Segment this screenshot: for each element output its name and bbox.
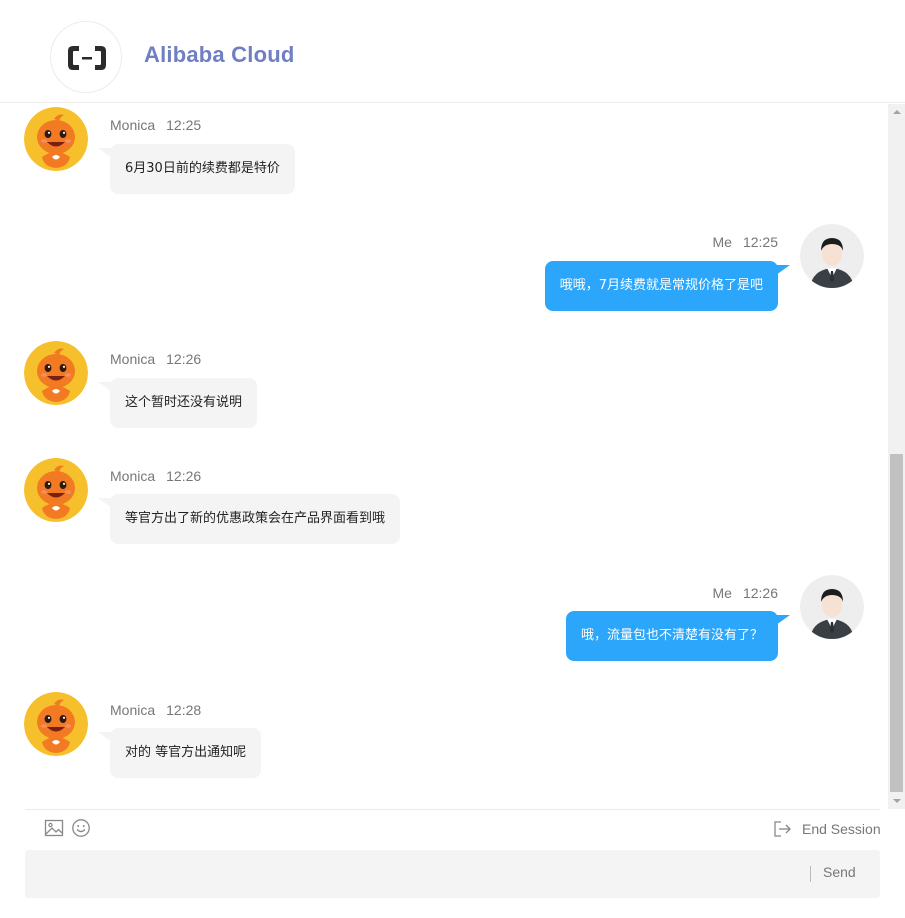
agent-avatar — [24, 458, 88, 522]
composer-divider — [25, 809, 880, 810]
user-avatar — [800, 575, 864, 639]
sender-name: Monica — [110, 468, 156, 484]
message-time: 12:26 — [166, 468, 202, 484]
message-bubble: 哦哦，7月续费就是常规价格了是吧 — [544, 261, 791, 311]
agent-avatar — [24, 692, 88, 756]
mascot-avatar-icon — [24, 107, 88, 171]
sender-name: Me — [712, 234, 732, 250]
message-time: 12:26 — [166, 351, 202, 367]
emoji-icon[interactable] — [71, 818, 91, 838]
message-bubble: 等官方出了新的优惠政策会在产品界面看到哦 — [97, 494, 401, 544]
scrollbar-thumb[interactable] — [890, 454, 903, 792]
sender-name: Monica — [110, 351, 156, 367]
sender-name: Monica — [110, 702, 156, 718]
person-avatar-icon — [800, 575, 864, 639]
message-bubble: 6月30日前的续费都是特价 — [98, 144, 295, 194]
chat-header: Alibaba Cloud — [0, 0, 905, 103]
message-list-scrollbar[interactable] — [888, 104, 905, 809]
scroll-down-arrow-icon[interactable] — [888, 792, 905, 809]
end-session-label: End Session — [802, 821, 881, 837]
message-time: 12:26 — [742, 585, 778, 601]
brand-title: Alibaba Cloud — [144, 42, 295, 67]
sender-name: Me — [712, 585, 732, 601]
mascot-avatar-icon — [24, 692, 88, 756]
scroll-up-arrow-icon[interactable] — [888, 104, 905, 121]
message-time: 12:25 — [166, 117, 202, 133]
message-time: 12:28 — [166, 702, 202, 718]
mascot-avatar-icon — [24, 341, 88, 405]
agent-avatar — [24, 341, 88, 405]
message-meta: Monica 12:28 — [110, 702, 201, 718]
image-icon[interactable] — [44, 818, 64, 838]
message-bubble: 哦，流量包也不清楚有没有了？ — [565, 611, 791, 661]
alibaba-cloud-logo-icon — [50, 21, 122, 93]
message-meta: Monica 12:26 — [110, 468, 201, 484]
person-avatar-icon — [800, 224, 864, 288]
mascot-avatar-icon — [24, 458, 88, 522]
message-input[interactable] — [37, 858, 797, 890]
message-meta: Monica 12:25 — [110, 117, 201, 133]
user-avatar — [800, 224, 864, 288]
message-time: 12:25 — [742, 234, 778, 250]
exit-icon — [774, 821, 791, 837]
sender-name: Monica — [110, 117, 156, 133]
message-meta: Me 12:26 — [713, 585, 779, 601]
message-list[interactable]: Monica 12:25 6月30日前的续费都是特价 Me 12:25 哦哦，7月续… — [0, 104, 888, 809]
message-meta: Monica 12:26 — [110, 351, 201, 367]
message-bubble: 对的 等官方出通知呢 — [97, 728, 262, 778]
message-meta: Me 12:25 — [713, 234, 779, 250]
send-button[interactable]: Send — [823, 864, 856, 880]
agent-avatar — [24, 107, 88, 171]
send-separator — [810, 866, 811, 882]
message-composer: Send — [25, 850, 880, 898]
end-session-button[interactable]: End Session — [772, 818, 881, 840]
message-bubble: 这个暂时还没有说明 — [97, 378, 258, 428]
